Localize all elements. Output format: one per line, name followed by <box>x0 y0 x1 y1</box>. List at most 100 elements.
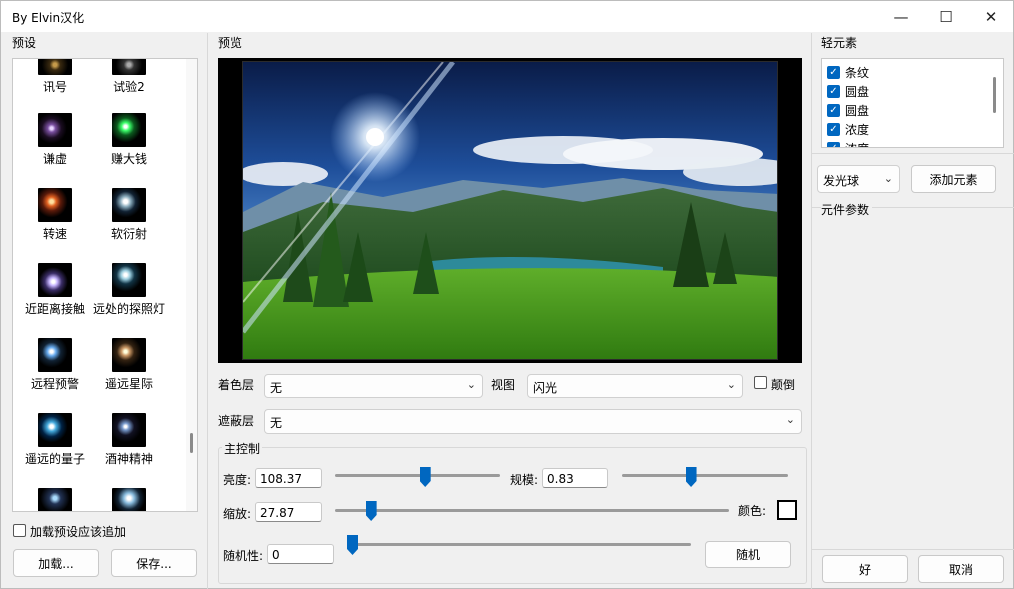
tint-label: 着色层 <box>218 378 255 392</box>
add-element-button[interactable]: 添加元素 <box>911 165 996 193</box>
preset-item[interactable]: 试验2 <box>87 59 171 95</box>
title-bar: By Elvin汉化 — ☐ ✕ <box>1 1 1013 32</box>
ok-button[interactable]: 好 <box>822 555 908 583</box>
preset-item[interactable] <box>13 488 97 511</box>
element-item[interactable]: ✓ 圆盘 <box>827 83 869 100</box>
divider <box>207 33 208 589</box>
preset-scrollbar[interactable] <box>186 59 197 511</box>
save-button[interactable]: 保存... <box>111 549 197 577</box>
check-icon[interactable]: ✓ <box>827 66 840 79</box>
preset-thumbnail <box>112 413 146 447</box>
preview-frame <box>218 58 802 363</box>
preset-label: 遥远星际 <box>104 377 153 391</box>
close-button[interactable]: ✕ <box>968 1 1014 32</box>
zoom-label: 缩放: <box>223 507 252 521</box>
preset-item[interactable]: 讯号 <box>13 59 97 95</box>
cancel-button[interactable]: 取消 <box>918 555 1004 583</box>
chevron-down-icon: ⌄ <box>466 378 476 391</box>
brightness-input[interactable]: 108.37 <box>255 468 322 488</box>
zoom-slider-track[interactable] <box>335 509 729 512</box>
preset-label: 转速 <box>42 227 67 241</box>
divider <box>812 153 1014 154</box>
preset-item[interactable]: 近距离接触 <box>13 263 97 317</box>
preset-thumbnail <box>38 488 72 511</box>
randomness-input[interactable]: 0 <box>267 544 334 564</box>
brightness-label: 亮度: <box>223 473 252 487</box>
preset-thumbnail <box>112 263 146 297</box>
preset-item[interactable]: 远程预警 <box>13 338 97 392</box>
landscape-preview <box>243 62 777 359</box>
randomness-slider-track[interactable] <box>347 543 691 546</box>
window-title: By Elvin汉化 <box>12 11 85 25</box>
check-icon[interactable]: ✓ <box>827 123 840 136</box>
preset-thumbnail <box>38 413 72 447</box>
element-item[interactable]: ✓ 浓度 <box>827 121 869 138</box>
element-params-label: 元件参数 <box>821 201 873 218</box>
element-item[interactable]: ✓ 浓度 <box>827 140 869 147</box>
preset-thumbnail <box>38 113 72 147</box>
append-preset-checkbox[interactable] <box>13 524 26 537</box>
check-icon[interactable]: ✓ <box>827 104 840 117</box>
check-icon[interactable]: ✓ <box>827 142 840 147</box>
element-list[interactable]: ✓ 条纹 ✓ 圆盘 ✓ 圆盘 ✓ 浓度 ✓ 浓度 <box>821 58 1004 148</box>
maximize-button[interactable]: ☐ <box>923 1 969 32</box>
divider <box>812 549 1014 550</box>
randomness-label: 随机性: <box>223 549 264 563</box>
preset-thumbnail <box>38 59 72 75</box>
tint-select[interactable]: 无 ⌄ <box>264 374 483 398</box>
minimize-icon: — <box>893 7 909 26</box>
preset-item[interactable]: 酒神精神 <box>87 413 171 467</box>
element-item[interactable]: ✓ 圆盘 <box>827 102 869 119</box>
zoom-input[interactable]: 27.87 <box>255 502 322 522</box>
preset-label: 远程预警 <box>30 377 79 391</box>
check-icon[interactable]: ✓ <box>827 85 840 98</box>
preset-item[interactable]: 谦虚 <box>13 113 97 167</box>
preset-item[interactable]: 远处的探照灯 <box>87 263 171 317</box>
preset-label: 试验2 <box>113 80 145 94</box>
preset-label: 谦虚 <box>42 152 67 166</box>
element-name: 条纹 <box>845 66 870 80</box>
view-value: 闪光 <box>533 381 558 395</box>
element-name: 浓度 <box>845 142 869 147</box>
randomize-button[interactable]: 随机 <box>705 541 791 568</box>
preset-thumbnail <box>112 188 146 222</box>
preset-item[interactable]: 转速 <box>13 188 97 242</box>
preview-image <box>242 61 778 360</box>
preset-label: 近距离接触 <box>24 302 85 316</box>
preset-item[interactable]: 软衍射 <box>87 188 171 242</box>
minimize-button[interactable]: — <box>878 1 924 32</box>
scale-input[interactable]: 0.83 <box>542 468 608 488</box>
view-select[interactable]: 闪光 ⌄ <box>527 374 743 398</box>
presets-label: 预设 <box>12 36 37 50</box>
view-label: 视图 <box>491 378 516 392</box>
preset-thumbnail <box>38 338 72 372</box>
element-type-value: 发光球 <box>823 174 860 188</box>
element-scrollbar-thumb[interactable] <box>993 77 996 113</box>
light-elements-label: 轻元素 <box>821 36 858 50</box>
load-button[interactable]: 加载... <box>13 549 99 577</box>
color-swatch[interactable] <box>777 500 797 520</box>
preset-thumbnail <box>38 263 72 297</box>
scale-slider-track[interactable] <box>622 474 788 477</box>
append-preset-label: 加载预设应该追加 <box>30 525 127 539</box>
preset-list[interactable]: 讯号 试验2 谦虚 赚大钱 转速 软衍射 近距离接触 远处的探照灯 远程预警 遥… <box>12 58 198 512</box>
tint-value: 无 <box>270 381 283 395</box>
invert-checkbox[interactable] <box>754 376 767 389</box>
mask-value: 无 <box>270 416 283 430</box>
mask-label: 遮蔽层 <box>218 414 255 428</box>
element-type-select[interactable]: 发光球 ⌄ <box>817 165 900 193</box>
scrollbar-thumb[interactable] <box>190 433 193 453</box>
element-name: 圆盘 <box>845 104 870 118</box>
preset-item[interactable]: 遥远星际 <box>87 338 171 392</box>
preset-label: 遥远的量子 <box>24 452 85 466</box>
preset-label: 远处的探照灯 <box>92 302 165 316</box>
element-item[interactable]: ✓ 条纹 <box>827 64 869 81</box>
preset-item[interactable]: 赚大钱 <box>87 113 171 167</box>
maximize-icon: ☐ <box>939 7 953 26</box>
mask-select[interactable]: 无 ⌄ <box>264 409 802 434</box>
preset-item[interactable]: 遥远的量子 <box>13 413 97 467</box>
color-label: 颜色: <box>738 504 767 518</box>
preview-label: 预览 <box>218 36 243 50</box>
preset-item[interactable] <box>87 488 171 511</box>
brightness-slider-track[interactable] <box>335 474 500 477</box>
